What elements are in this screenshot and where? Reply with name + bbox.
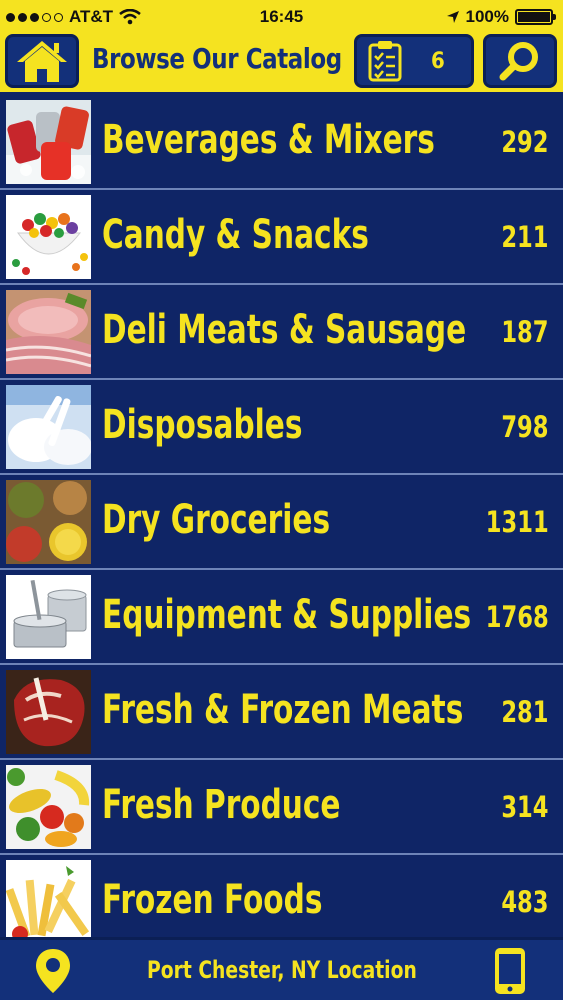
location-label: Port Chester, NY Location [146,956,417,984]
page-title: Browse Our Catalog [92,42,342,75]
category-row[interactable]: Beverages & Mixers 292 [0,95,563,190]
category-label: Deli Meats & Sausage [102,307,467,353]
steak-thumbnail [6,670,91,754]
beverage-cans-thumbnail [6,100,91,184]
category-list: Beverages & Mixers 292 Candy & Snacks 21… [0,95,563,937]
category-row[interactable]: Candy & Snacks 211 [0,190,563,285]
category-label: Dry Groceries [102,497,331,543]
french-fries-thumbnail [6,860,91,937]
deli-meats-thumbnail [6,290,91,374]
category-label: Beverages & Mixers [102,117,435,163]
category-row[interactable]: Disposables 798 [0,380,563,475]
candy-bowl-thumbnail [6,195,91,279]
category-count: 483 [501,885,549,919]
category-count: 187 [501,315,549,349]
category-count: 281 [501,695,549,729]
category-count: 314 [501,790,549,824]
cookware-thumbnail [6,575,91,659]
battery-level [518,12,550,22]
category-row[interactable]: Frozen Foods 483 [0,855,563,937]
bottom-bar: Port Chester, NY Location [0,937,563,1000]
location-arrow-icon [446,11,459,23]
category-row[interactable]: Fresh & Frozen Meats 281 [0,665,563,760]
category-label: Frozen Foods [102,877,323,923]
category-label: Candy & Snacks [102,212,369,258]
category-row[interactable]: Deli Meats & Sausage 187 [0,285,563,380]
category-count: 211 [501,220,549,254]
search-button[interactable] [483,34,557,88]
app-header: Browse Our Catalog 6 [0,34,563,128]
location-link[interactable]: Port Chester, NY Location [0,956,563,984]
category-label: Fresh & Frozen Meats [102,687,464,733]
category-count: 1311 [486,505,549,539]
category-row[interactable]: Fresh Produce 314 [0,760,563,855]
shopping-list-button[interactable]: 6 [354,34,474,88]
battery-icon [515,9,556,25]
list-count-badge: 6 [431,48,445,74]
status-bar: AT&T 16:45 100% [0,0,563,34]
category-count: 798 [501,410,549,444]
category-row[interactable]: Equipment & Supplies 1768 [0,570,563,665]
category-label: Fresh Produce [102,782,341,828]
category-label: Disposables [102,402,303,448]
vegetables-thumbnail [6,765,91,849]
battery-percent: 100% [465,7,509,26]
phone-icon[interactable] [493,946,527,996]
search-icon [499,42,538,81]
dry-goods-cans-thumbnail [6,480,91,564]
category-row[interactable]: Dry Groceries 1311 [0,475,563,570]
category-label: Equipment & Supplies [102,592,472,638]
category-count: 1768 [486,600,549,634]
plastic-cutlery-thumbnail [6,385,91,469]
home-button[interactable] [5,34,79,88]
home-icon [17,41,67,82]
clipboard-checklist-icon [368,41,402,82]
category-count: 292 [501,125,549,159]
